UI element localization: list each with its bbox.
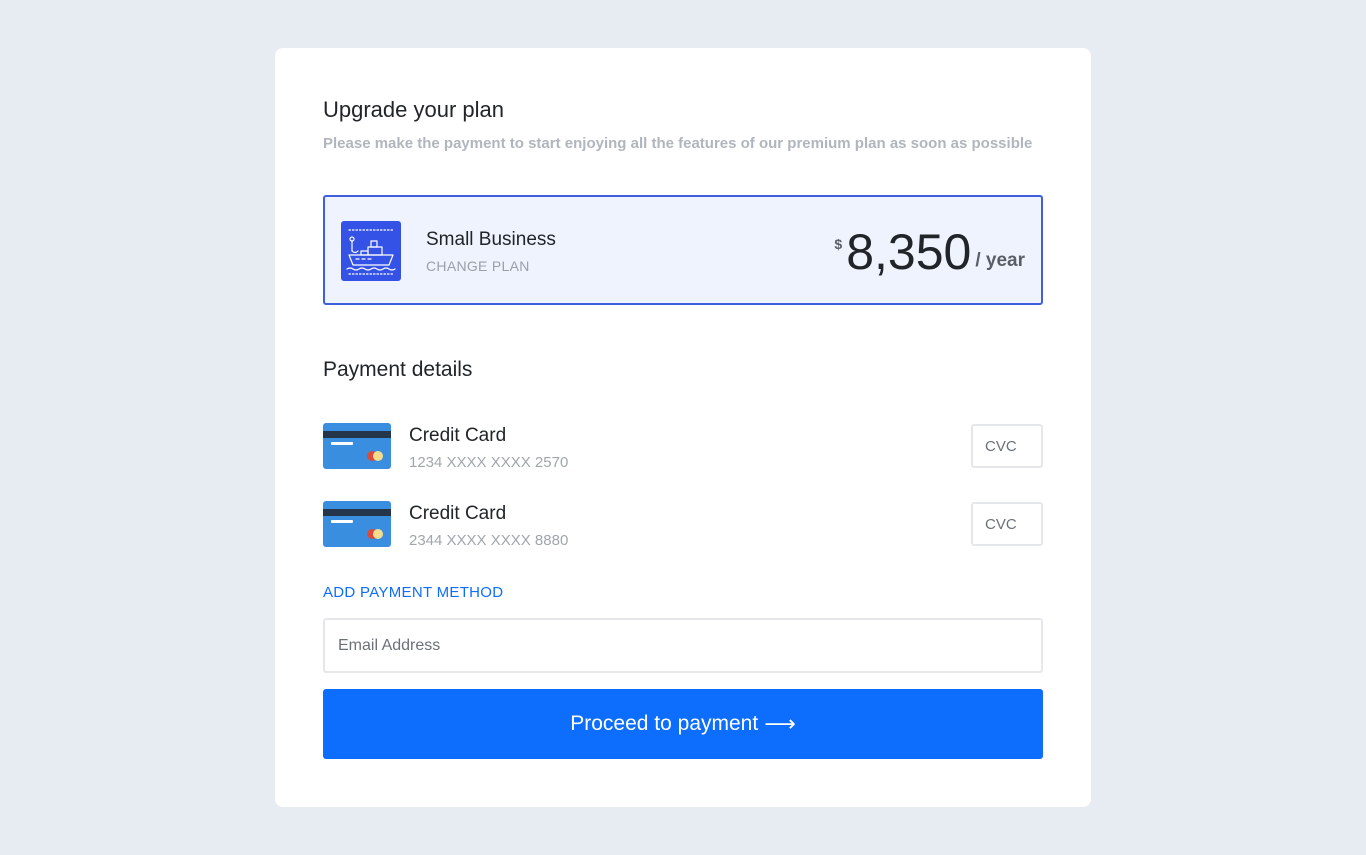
payment-method-name: Credit Card: [409, 503, 507, 524]
plan-price: $ 8,350 / year: [834, 223, 1025, 281]
cvc-input[interactable]: [971, 502, 1043, 546]
credit-card-icon: [323, 423, 391, 469]
proceed-button-label: Proceed to payment: [570, 712, 759, 735]
payment-method-number: 2344 XXXX XXXX 8880: [409, 532, 569, 549]
payment-method-item[interactable]: Credit Card 2344 XXXX XXXX 8880: [323, 501, 1043, 551]
arrow-right-icon: ⟶: [764, 711, 796, 736]
page-subtitle: Please make the payment to start enjoyin…: [323, 135, 1033, 152]
plan-name: Small Business: [426, 229, 556, 250]
cvc-input[interactable]: [971, 424, 1043, 468]
change-plan-link[interactable]: CHANGE PLAN: [426, 258, 530, 274]
payment-method-name: Credit Card: [409, 425, 507, 446]
add-payment-method-link[interactable]: ADD PAYMENT METHOD: [323, 584, 503, 601]
page-title: Upgrade your plan: [323, 97, 505, 122]
payment-method-number: 1234 XXXX XXXX 2570: [409, 454, 569, 471]
price-period: / year: [975, 250, 1025, 271]
payment-details-title: Payment details: [323, 358, 473, 381]
upgrade-card: Upgrade your plan Please make the paymen…: [275, 48, 1091, 807]
price-amount: 8,350: [846, 224, 972, 280]
payment-method-item[interactable]: Credit Card 1234 XXXX XXXX 2570: [323, 423, 1043, 473]
ship-icon: [341, 221, 401, 281]
price-currency: $: [834, 236, 843, 252]
proceed-to-payment-button[interactable]: Proceed to payment ⟶: [323, 689, 1043, 759]
email-field[interactable]: [323, 618, 1043, 673]
selected-plan[interactable]: Small Business CHANGE PLAN $ 8,350 / yea…: [323, 195, 1043, 305]
credit-card-icon: [323, 501, 391, 547]
